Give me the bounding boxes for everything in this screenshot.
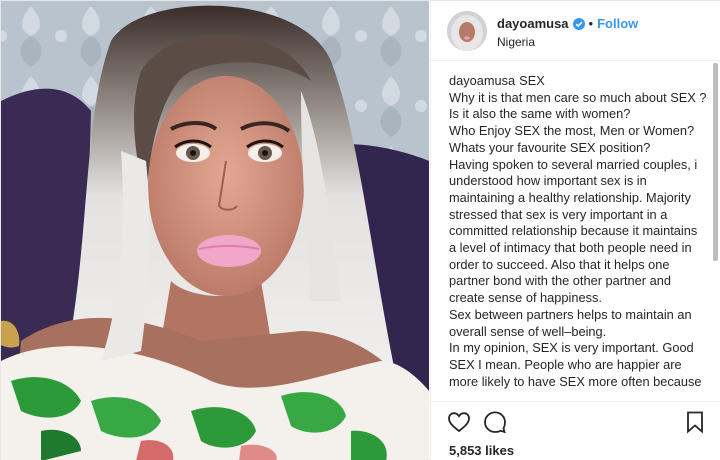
comment-icon[interactable] xyxy=(483,410,507,434)
verified-badge-icon xyxy=(572,17,585,30)
heart-icon[interactable] xyxy=(447,410,471,434)
scrollbar-thumb[interactable] xyxy=(713,63,718,261)
caption-line: In my opinion, SEX is very important. Go… xyxy=(449,340,702,389)
caption-scrollbar[interactable] xyxy=(713,63,718,403)
username-row: dayoamusa • Follow xyxy=(497,15,638,31)
caption-line: Sex between partners helps to maintain a… xyxy=(449,306,692,339)
likes-count[interactable]: 5,853 likes xyxy=(449,443,514,458)
instagram-post: dayoamusa • Follow Nigeria dayoamusa SEX … xyxy=(0,0,720,460)
follow-button[interactable]: Follow xyxy=(597,16,638,31)
post-photo-illustration xyxy=(1,1,429,460)
bookmark-icon[interactable] xyxy=(683,410,707,434)
caption-line: Is it also the same with women? xyxy=(449,106,631,122)
post-actions: 5,853 likes xyxy=(431,401,720,460)
avatar-image xyxy=(447,11,487,51)
caption-line: dayoamusa SEX xyxy=(449,73,707,90)
caption-line: Whats your favourite SEX position? xyxy=(449,139,651,155)
caption-username-link[interactable]: dayoamusa xyxy=(449,73,515,88)
caption-line-text: SEX xyxy=(519,73,545,88)
caption-container[interactable]: dayoamusa SEX Why it is that men care so … xyxy=(449,73,707,397)
caption-line: Who Enjoy SEX the most, Men or Women? xyxy=(449,123,695,139)
caption-line: Why it is that men care so much about SE… xyxy=(449,89,707,105)
location-link[interactable]: Nigeria xyxy=(497,35,535,49)
post-header: dayoamusa • Follow Nigeria xyxy=(431,1,720,61)
caption-text: dayoamusa SEX Why it is that men care so … xyxy=(449,73,707,390)
user-avatar[interactable] xyxy=(447,11,487,51)
post-side-panel: dayoamusa • Follow Nigeria dayoamusa SEX … xyxy=(430,1,720,460)
username-link[interactable]: dayoamusa xyxy=(497,16,569,31)
caption-line: Having spoken to several married couples… xyxy=(449,156,698,306)
post-photo[interactable] xyxy=(1,1,429,460)
header-separator: • xyxy=(588,15,594,31)
